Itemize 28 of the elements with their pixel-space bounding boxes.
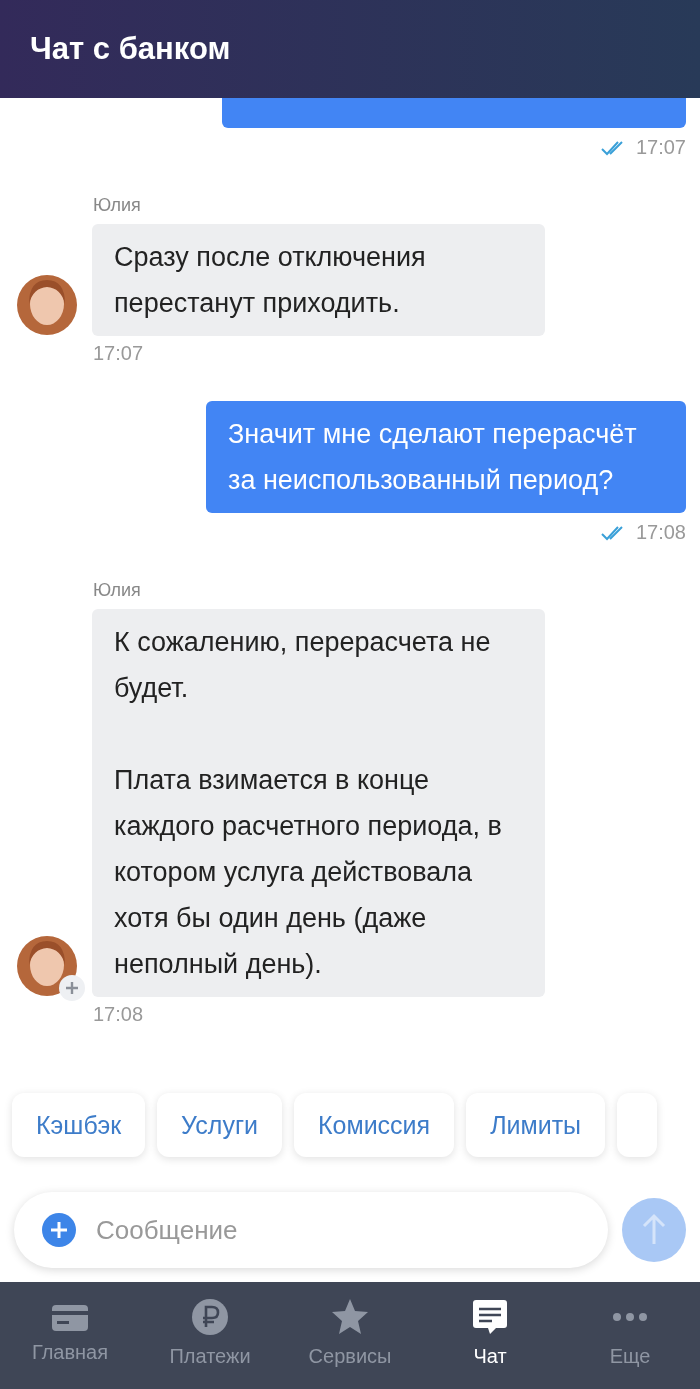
screen-title: Чат с банком: [30, 31, 231, 67]
message-text: Сразу после отключения перестанут приходить.: [114, 241, 427, 320]
sender-name: Юлия: [93, 580, 142, 601]
quick-reply-chip[interactable]: Лимиты: [466, 1093, 606, 1157]
more-icon: [610, 1312, 650, 1322]
quick-reply-chip[interactable]: Комиссия: [294, 1093, 455, 1157]
nav-tab[interactable]: Чат: [425, 1297, 555, 1368]
quick-reply-chip[interactable]: Кэшбэк: [12, 1093, 146, 1157]
quick-reply-chip[interactable]: Услуги: [157, 1093, 282, 1157]
nav-tab[interactable]: Платежи: [145, 1297, 275, 1368]
message-text: Плата взимается в конце каждого расчетного периода, в котором услуга действовала хотя бы один день (даже неполный день).: [114, 764, 503, 981]
chat-icon: [470, 1297, 510, 1337]
message-input[interactable]: Сообщение: [14, 1192, 608, 1268]
nav-tab[interactable]: Главная: [5, 1301, 135, 1364]
ruble-icon: [190, 1297, 230, 1337]
sender-name: Юлия: [93, 195, 142, 216]
nav-tab[interactable]: Сервисы: [285, 1297, 415, 1368]
message-time: 17:07: [93, 342, 145, 365]
message-time: 17:07: [635, 136, 686, 159]
message-text: К сожалению, перерасчета не будет.: [114, 626, 492, 705]
nav-tab[interactable]: Еще: [565, 1297, 695, 1368]
message-text: Значит мне сделают перерасчёт за неиспользованный период?: [228, 418, 638, 497]
star-icon: [330, 1297, 370, 1337]
message-time: 17:08: [93, 1003, 145, 1026]
add-icon[interactable]: [59, 975, 85, 1001]
add-icon[interactable]: [42, 1213, 76, 1247]
avatar-icon: [17, 935, 77, 997]
message-time: 17:08: [635, 521, 686, 544]
